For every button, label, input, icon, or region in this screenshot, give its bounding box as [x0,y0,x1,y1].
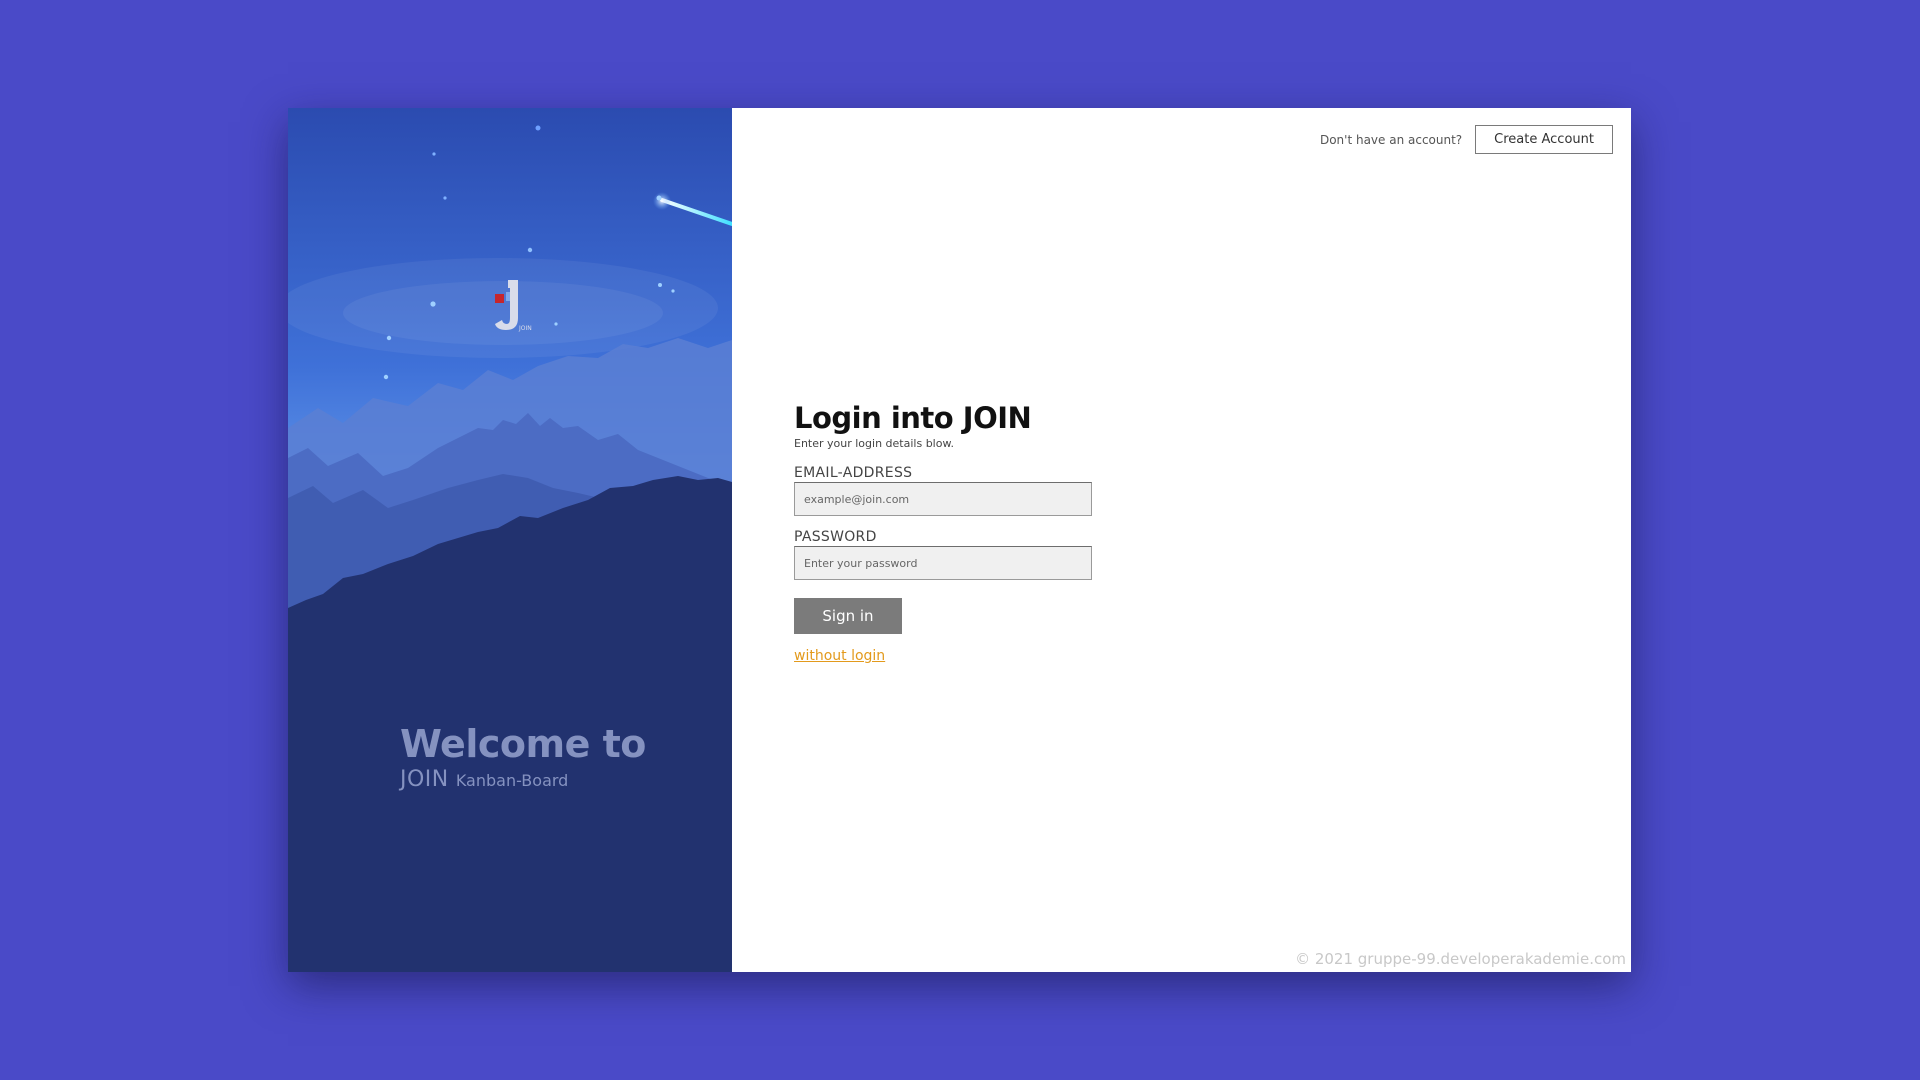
login-panel: Don't have an account? Create Account Lo… [732,108,1631,972]
night-mountain-illustration [288,108,732,972]
copyright-text: © 2021 gruppe-99.developerakademie.com [1295,950,1626,968]
login-subtitle: Enter your login details blow. [794,437,954,450]
join-logo-icon: JOIN [495,280,532,332]
welcome-panel: JOIN Welcome to JOIN Kanban-Board [288,108,732,972]
login-title: Login into JOIN [794,401,1032,435]
login-card: JOIN Welcome to JOIN Kanban-Board Don't … [288,108,1631,972]
logo-caption: JOIN [518,325,532,332]
signup-prompt: Don't have an account? Create Account [1320,125,1613,154]
email-label: EMAIL-ADDRESS [794,465,913,481]
create-account-button[interactable]: Create Account [1475,125,1613,154]
welcome-subtitle: JOIN Kanban-Board [400,767,646,792]
sign-in-button[interactable]: Sign in [794,598,902,634]
password-label: PASSWORD [794,529,877,545]
welcome-text: Welcome to JOIN Kanban-Board [400,722,646,792]
password-field[interactable] [794,546,1092,580]
no-account-text: Don't have an account? [1319,132,1463,147]
welcome-brand: JOIN [400,767,449,792]
welcome-board-name: Kanban-Board [455,771,569,790]
email-field[interactable] [794,482,1092,516]
without-login-link[interactable]: without login [794,648,885,664]
login-form: Login into JOIN Enter your login details… [794,400,1094,664]
welcome-title: Welcome to [400,722,646,766]
